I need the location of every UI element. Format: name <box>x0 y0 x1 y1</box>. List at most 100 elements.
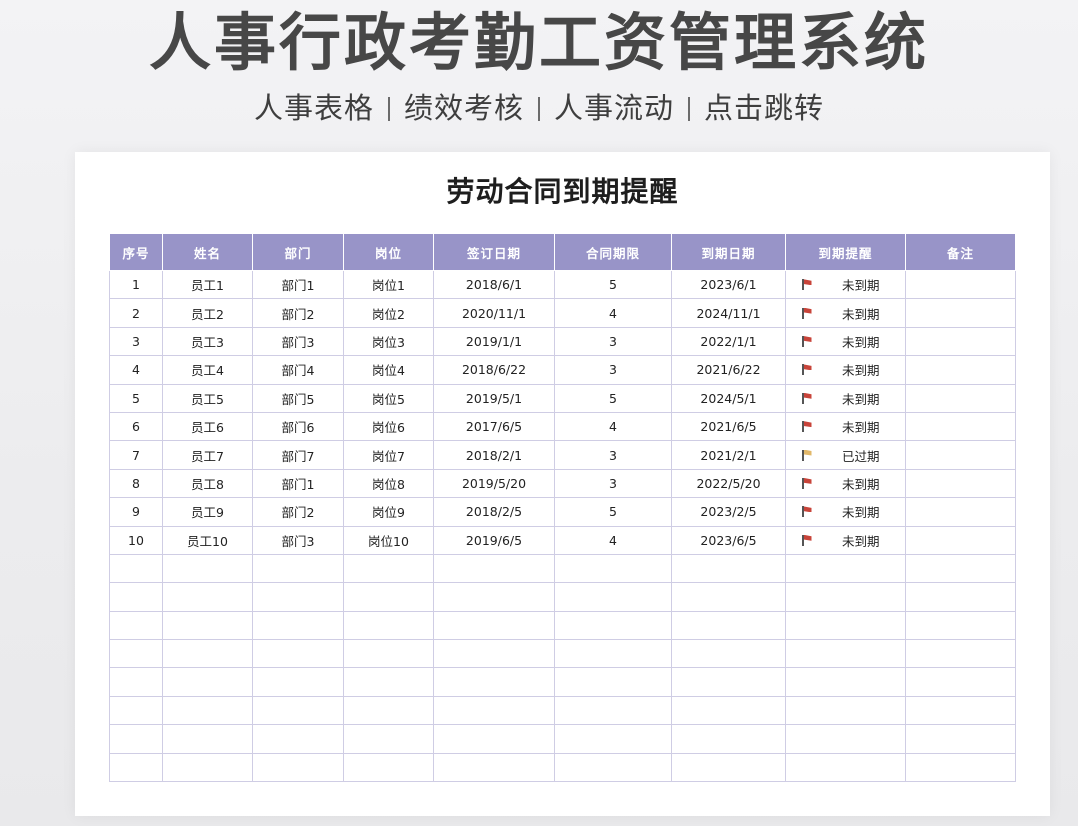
empty-cell[interactable] <box>343 752 434 783</box>
empty-cell[interactable] <box>162 695 253 726</box>
empty-cell[interactable] <box>343 639 434 669</box>
cell-name[interactable]: 员工3 <box>162 326 253 357</box>
empty-cell[interactable] <box>671 724 786 754</box>
empty-cell[interactable] <box>109 582 163 612</box>
cell-index[interactable]: 7 <box>109 440 163 470</box>
empty-cell[interactable] <box>109 752 163 783</box>
empty-cell[interactable] <box>252 724 344 754</box>
cell-remarks[interactable] <box>905 411 1016 442</box>
cell-contract-term[interactable]: 3 <box>554 355 672 385</box>
cell-index[interactable]: 6 <box>109 411 163 442</box>
empty-cell[interactable] <box>252 553 344 584</box>
cell-contract-term[interactable]: 5 <box>554 497 672 527</box>
empty-cell[interactable] <box>252 752 344 783</box>
cell-sign-date[interactable]: 2019/1/1 <box>433 326 555 357</box>
cell-department[interactable]: 部门2 <box>252 298 344 328</box>
cell-sign-date[interactable]: 2020/11/1 <box>433 298 555 328</box>
cell-contract-term[interactable]: 4 <box>554 525 672 555</box>
empty-cell[interactable] <box>433 582 555 612</box>
cell-contract-term[interactable]: 3 <box>554 468 672 499</box>
empty-cell[interactable] <box>162 667 253 697</box>
empty-cell[interactable] <box>554 724 672 754</box>
empty-cell[interactable] <box>554 695 672 726</box>
cell-position[interactable]: 岗位9 <box>343 497 434 527</box>
cell-name[interactable]: 员工10 <box>162 525 253 555</box>
column-header-position[interactable]: 岗位 <box>343 233 434 271</box>
empty-cell[interactable] <box>109 667 163 697</box>
cell-expiry-reminder[interactable]: 未到期 <box>785 411 906 442</box>
cell-remarks[interactable] <box>905 355 1016 385</box>
cell-name[interactable]: 员工4 <box>162 355 253 385</box>
empty-cell[interactable] <box>671 610 786 641</box>
empty-cell[interactable] <box>433 667 555 697</box>
empty-cell[interactable] <box>671 582 786 612</box>
cell-expiry-reminder[interactable]: 未到期 <box>785 383 906 413</box>
cell-position[interactable]: 岗位1 <box>343 270 434 300</box>
cell-expiry-date[interactable]: 2021/6/22 <box>671 355 786 385</box>
cell-remarks[interactable] <box>905 440 1016 470</box>
cell-sign-date[interactable]: 2018/6/22 <box>433 355 555 385</box>
empty-cell[interactable] <box>905 724 1016 754</box>
cell-expiry-reminder[interactable]: 未到期 <box>785 355 906 385</box>
nav-link-click-jump[interactable]: 点击跳转 <box>704 91 824 125</box>
cell-department[interactable]: 部门5 <box>252 383 344 413</box>
cell-sign-date[interactable]: 2019/5/20 <box>433 468 555 499</box>
cell-name[interactable]: 员工8 <box>162 468 253 499</box>
cell-contract-term[interactable]: 3 <box>554 440 672 470</box>
empty-cell[interactable] <box>252 667 344 697</box>
empty-cell[interactable] <box>554 752 672 783</box>
cell-name[interactable]: 员工9 <box>162 497 253 527</box>
cell-department[interactable]: 部门1 <box>252 468 344 499</box>
empty-cell[interactable] <box>343 695 434 726</box>
cell-expiry-date[interactable]: 2023/6/1 <box>671 270 786 300</box>
nav-link-personnel-forms[interactable]: 人事表格 <box>254 91 374 125</box>
empty-cell[interactable] <box>785 752 906 783</box>
empty-cell[interactable] <box>554 610 672 641</box>
empty-cell[interactable] <box>905 610 1016 641</box>
empty-cell[interactable] <box>109 724 163 754</box>
empty-cell[interactable] <box>433 752 555 783</box>
empty-cell[interactable] <box>343 667 434 697</box>
cell-sign-date[interactable]: 2018/6/1 <box>433 270 555 300</box>
cell-expiry-reminder[interactable]: 未到期 <box>785 298 906 328</box>
empty-cell[interactable] <box>162 610 253 641</box>
empty-cell[interactable] <box>905 582 1016 612</box>
empty-cell[interactable] <box>554 667 672 697</box>
empty-cell[interactable] <box>162 752 253 783</box>
cell-remarks[interactable] <box>905 298 1016 328</box>
cell-position[interactable]: 岗位8 <box>343 468 434 499</box>
empty-cell[interactable] <box>671 553 786 584</box>
empty-cell[interactable] <box>343 610 434 641</box>
cell-position[interactable]: 岗位5 <box>343 383 434 413</box>
empty-cell[interactable] <box>343 724 434 754</box>
empty-cell[interactable] <box>109 610 163 641</box>
cell-name[interactable]: 员工5 <box>162 383 253 413</box>
empty-cell[interactable] <box>433 724 555 754</box>
empty-cell[interactable] <box>162 724 253 754</box>
cell-index[interactable]: 5 <box>109 383 163 413</box>
cell-expiry-reminder[interactable]: 未到期 <box>785 468 906 499</box>
cell-index[interactable]: 3 <box>109 326 163 357</box>
cell-position[interactable]: 岗位7 <box>343 440 434 470</box>
cell-position[interactable]: 岗位4 <box>343 355 434 385</box>
cell-name[interactable]: 员工6 <box>162 411 253 442</box>
empty-cell[interactable] <box>162 553 253 584</box>
cell-remarks[interactable] <box>905 468 1016 499</box>
cell-name[interactable]: 员工2 <box>162 298 253 328</box>
empty-cell[interactable] <box>162 582 253 612</box>
cell-expiry-date[interactable]: 2023/6/5 <box>671 525 786 555</box>
cell-sign-date[interactable]: 2017/6/5 <box>433 411 555 442</box>
cell-expiry-date[interactable]: 2023/2/5 <box>671 497 786 527</box>
cell-index[interactable]: 9 <box>109 497 163 527</box>
cell-expiry-date[interactable]: 2022/5/20 <box>671 468 786 499</box>
empty-cell[interactable] <box>109 695 163 726</box>
empty-cell[interactable] <box>785 582 906 612</box>
cell-department[interactable]: 部门4 <box>252 355 344 385</box>
cell-remarks[interactable] <box>905 497 1016 527</box>
cell-expiry-reminder[interactable]: 未到期 <box>785 270 906 300</box>
empty-cell[interactable] <box>433 553 555 584</box>
cell-position[interactable]: 岗位2 <box>343 298 434 328</box>
column-header-department[interactable]: 部门 <box>252 233 344 271</box>
cell-position[interactable]: 岗位6 <box>343 411 434 442</box>
column-header-remarks[interactable]: 备注 <box>905 233 1016 271</box>
